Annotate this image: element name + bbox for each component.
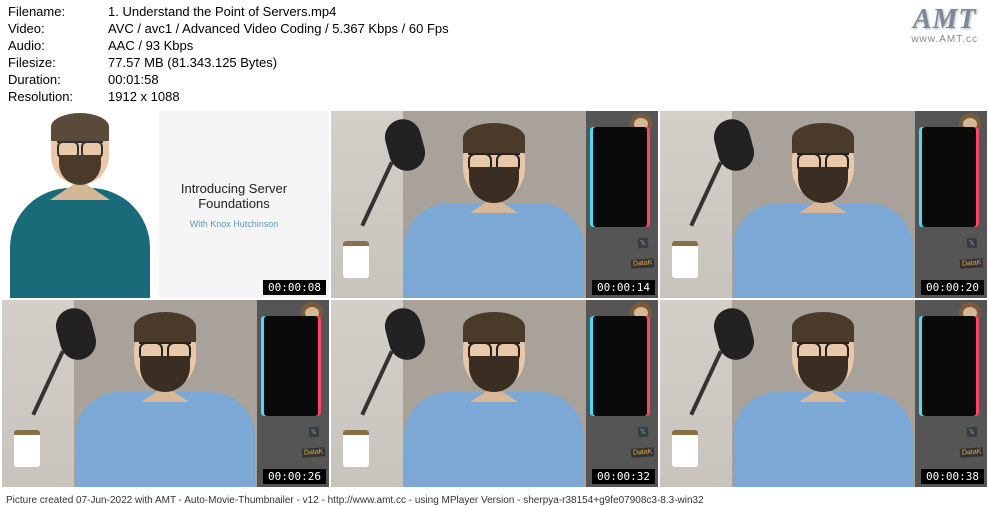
thumbnail-1: Introducing Server Foundations With Knox…	[2, 111, 329, 298]
logo-text: AMT	[911, 4, 978, 36]
timestamp: 00:00:32	[592, 469, 655, 484]
video-row: Video: AVC / avc1 / Advanced Video Codin…	[8, 20, 980, 37]
timestamp: 00:00:38	[921, 469, 984, 484]
coffee-cup-icon	[343, 433, 369, 467]
data-tag: DataK	[959, 258, 983, 269]
data-tag: DataK	[301, 447, 325, 458]
twitter-tag: 𝕏	[638, 238, 648, 249]
rgb-pc-icon	[590, 316, 650, 416]
coffee-cup-icon	[672, 433, 698, 467]
thumbnail-4: 𝕏 DataK 00:00:26	[2, 300, 329, 487]
coffee-cup-icon	[672, 244, 698, 278]
intro-slide: Introducing Server Foundations With Knox…	[159, 181, 329, 229]
microphone-icon	[375, 119, 435, 209]
thumbnail-6: 𝕏 DataK 00:00:38	[660, 300, 987, 487]
footer-credits: Picture created 07-Jun-2022 with AMT - A…	[0, 493, 988, 506]
thumbnail-3: 𝕏 DataK 00:00:20	[660, 111, 987, 298]
resolution-row: Resolution: 1912 x 1088	[8, 88, 980, 105]
data-tag: DataK	[630, 447, 654, 458]
rgb-pc-icon	[261, 316, 321, 416]
microphone-icon	[375, 308, 435, 398]
audio-label: Audio:	[8, 37, 108, 54]
logo-url: www.AMT.cc	[911, 34, 978, 45]
timestamp: 00:00:26	[263, 469, 326, 484]
timestamp: 00:00:20	[921, 280, 984, 295]
intro-subtitle: With Knox Hutchinson	[159, 219, 309, 229]
presenter-portrait	[2, 111, 159, 298]
duration-value: 00:01:58	[108, 71, 980, 88]
twitter-tag: 𝕏	[967, 238, 977, 249]
coffee-cup-icon	[14, 433, 40, 467]
timestamp: 00:00:08	[263, 280, 326, 295]
microphone-icon	[704, 119, 764, 209]
rgb-pc-icon	[590, 127, 650, 227]
audio-row: Audio: AAC / 93 Kbps	[8, 37, 980, 54]
duration-row: Duration: 00:01:58	[8, 71, 980, 88]
filename-label: Filename:	[8, 3, 108, 20]
microphone-icon	[46, 308, 106, 398]
metadata-panel: Filename: 1. Understand the Point of Ser…	[0, 0, 988, 111]
twitter-tag: 𝕏	[967, 427, 977, 438]
filename-row: Filename: 1. Understand the Point of Ser…	[8, 3, 980, 20]
video-label: Video:	[8, 20, 108, 37]
coffee-cup-icon	[343, 244, 369, 278]
twitter-tag: 𝕏	[309, 427, 319, 438]
filesize-value: 77.57 MB (81.343.125 Bytes)	[108, 54, 980, 71]
timestamp: 00:00:14	[592, 280, 655, 295]
rgb-pc-icon	[919, 127, 979, 227]
resolution-label: Resolution:	[8, 88, 108, 105]
thumbnail-grid: Introducing Server Foundations With Knox…	[0, 111, 988, 487]
data-tag: DataK	[630, 258, 654, 269]
amt-logo: AMT www.AMT.cc	[911, 4, 978, 45]
resolution-value: 1912 x 1088	[108, 88, 980, 105]
thumbnail-5: 𝕏 DataK 00:00:32	[331, 300, 658, 487]
filename-value: 1. Understand the Point of Servers.mp4	[108, 3, 980, 20]
microphone-icon	[704, 308, 764, 398]
filesize-row: Filesize: 77.57 MB (81.343.125 Bytes)	[8, 54, 980, 71]
duration-label: Duration:	[8, 71, 108, 88]
video-value: AVC / avc1 / Advanced Video Coding / 5.3…	[108, 20, 980, 37]
rgb-pc-icon	[919, 316, 979, 416]
data-tag: DataK	[959, 447, 983, 458]
thumbnail-2: 𝕏 DataK 00:00:14	[331, 111, 658, 298]
filesize-label: Filesize:	[8, 54, 108, 71]
audio-value: AAC / 93 Kbps	[108, 37, 980, 54]
intro-title: Introducing Server Foundations	[159, 181, 309, 211]
twitter-tag: 𝕏	[638, 427, 648, 438]
